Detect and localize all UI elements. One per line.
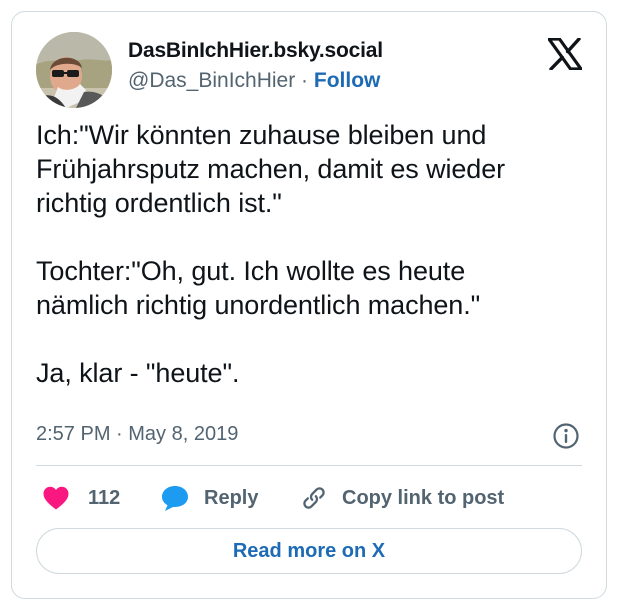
- post-actions: 112 Reply Copy link to post: [36, 482, 596, 514]
- copy-link-label: Copy link to post: [342, 486, 505, 509]
- embedded-post-card: DasBinIchHier.bsky.social @Das_BinIchHie…: [11, 11, 607, 599]
- divider: [36, 465, 582, 466]
- speech-bubble-icon: [162, 486, 188, 511]
- avatar-photo: [36, 32, 112, 108]
- like-count: 112: [88, 486, 121, 509]
- like-button[interactable]: 112: [42, 482, 120, 514]
- follow-link[interactable]: Follow: [314, 69, 381, 92]
- info-icon[interactable]: [552, 422, 580, 450]
- reply-label: Reply: [204, 486, 259, 509]
- reply-button[interactable]: Reply: [160, 482, 258, 514]
- avatar[interactable]: [36, 32, 112, 108]
- read-more-button[interactable]: Read more on X: [36, 528, 582, 574]
- post-timestamp[interactable]: 2:57 PM · May 8, 2019: [36, 423, 238, 446]
- link-icon: [303, 487, 325, 509]
- post-text: Ich:"Wir könnten zuhause bleiben und Frü…: [36, 120, 506, 388]
- author-handle-row: @Das_BinIchHier · Follow: [128, 69, 380, 93]
- heart-icon: [43, 486, 69, 510]
- author-handle[interactable]: @Das_BinIchHier: [128, 69, 295, 92]
- author-display-name[interactable]: DasBinIchHier.bsky.social: [128, 39, 383, 63]
- copy-link-button[interactable]: Copy link to post: [300, 482, 504, 514]
- x-logo-icon[interactable]: [547, 37, 583, 71]
- handle-separator: ·: [295, 69, 314, 92]
